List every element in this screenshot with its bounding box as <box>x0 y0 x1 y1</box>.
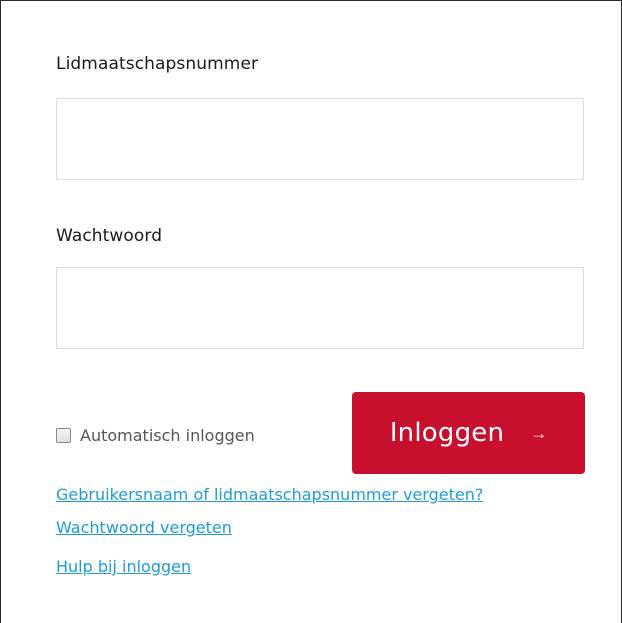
member-number-label: Lidmaatschapsnummer <box>56 54 259 74</box>
auto-login-option[interactable]: Automatisch inloggen <box>56 424 255 446</box>
forgot-password-link[interactable]: Wachtwoord vergeten <box>56 518 232 537</box>
member-number-input[interactable] <box>56 98 584 180</box>
login-button-label: Inloggen <box>389 418 505 448</box>
login-help-link[interactable]: Hulp bij inloggen <box>56 557 191 576</box>
login-form: Lidmaatschapsnummer Wachtwoord Automatis… <box>0 0 622 623</box>
auto-login-label[interactable]: Automatisch inloggen <box>80 426 255 445</box>
password-label: Wachtwoord <box>56 226 163 246</box>
forgot-username-link[interactable]: Gebruikersnaam of lidmaatschapsnummer ve… <box>56 485 483 504</box>
auto-login-checkbox[interactable] <box>56 427 71 443</box>
login-button[interactable]: Inloggen → <box>352 392 585 474</box>
password-input[interactable] <box>56 267 584 349</box>
arrow-right-icon: → <box>530 423 548 443</box>
